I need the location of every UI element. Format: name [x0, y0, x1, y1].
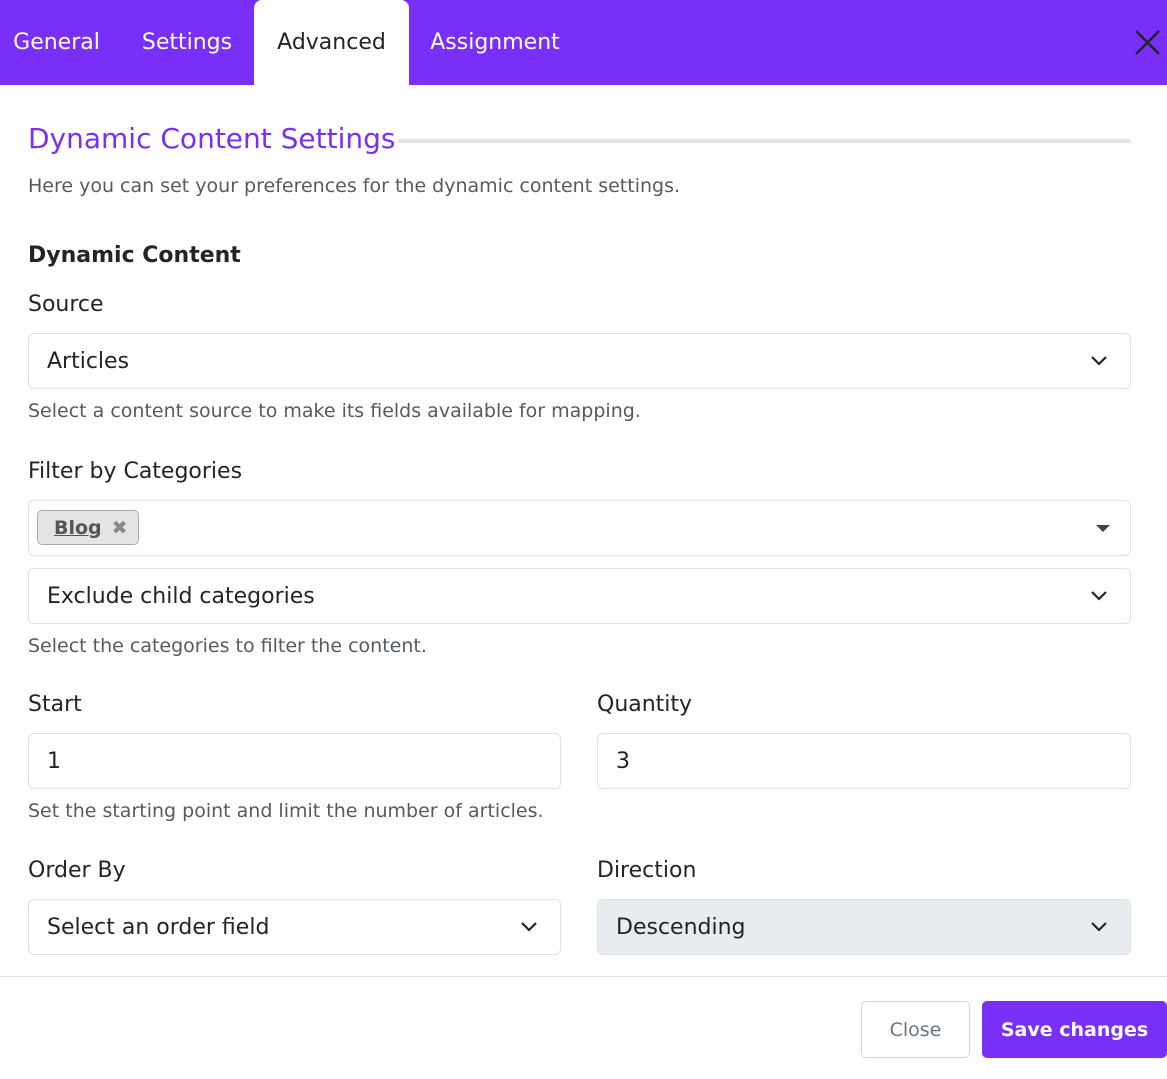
- tab-settings[interactable]: Settings: [128, 0, 246, 85]
- close-icon[interactable]: [1127, 22, 1167, 62]
- quantity-input[interactable]: 3: [597, 733, 1131, 789]
- section-title: Dynamic Content Settings: [28, 122, 396, 155]
- tab-general[interactable]: General: [0, 0, 113, 85]
- remove-tag-icon[interactable]: ✖: [112, 517, 128, 539]
- caret-down-icon: [1096, 525, 1110, 532]
- order-by-select[interactable]: Select an order field: [28, 899, 561, 955]
- close-button[interactable]: Close: [861, 1001, 970, 1058]
- start-input-value: 1: [47, 748, 61, 774]
- title-divider: [398, 139, 1131, 143]
- order-by-value: Select an order field: [47, 914, 270, 940]
- chevron-down-icon: [1091, 591, 1107, 601]
- child-categories-select[interactable]: Exclude child categories: [28, 568, 1131, 624]
- order-by-label: Order By: [28, 858, 126, 883]
- source-help: Select a content source to make its fiel…: [28, 400, 641, 422]
- source-select-value: Articles: [47, 348, 130, 374]
- start-input[interactable]: 1: [28, 733, 561, 789]
- save-changes-button[interactable]: Save changes: [982, 1001, 1167, 1058]
- tab-advanced[interactable]: Advanced: [254, 0, 409, 85]
- category-tag-label: Blog: [54, 516, 102, 539]
- quantity-label: Quantity: [597, 692, 693, 717]
- source-select[interactable]: Articles: [28, 333, 1131, 389]
- category-tag: Blog ✖: [37, 510, 139, 545]
- chevron-down-icon: [1091, 922, 1107, 932]
- range-help: Set the starting point and limit the num…: [28, 800, 544, 822]
- child-categories-value: Exclude child categories: [47, 583, 315, 609]
- direction-label: Direction: [597, 858, 697, 883]
- categories-multiselect[interactable]: Blog ✖: [28, 500, 1131, 556]
- dynamic-content-heading: Dynamic Content: [28, 243, 241, 268]
- direction-select: Descending: [597, 899, 1131, 955]
- filter-help: Select the categories to filter the cont…: [28, 635, 427, 657]
- footer-divider: [0, 976, 1167, 977]
- tab-assignment[interactable]: Assignment: [420, 0, 570, 85]
- section-description: Here you can set your preferences for th…: [28, 175, 681, 197]
- direction-value: Descending: [616, 914, 746, 940]
- filter-categories-label: Filter by Categories: [28, 459, 243, 484]
- chevron-down-icon: [1091, 356, 1107, 366]
- modal-tab-bar: General Settings Advanced Assignment: [0, 0, 1167, 85]
- chevron-down-icon: [521, 922, 537, 932]
- source-label: Source: [28, 292, 104, 317]
- quantity-input-value: 3: [616, 748, 630, 774]
- start-label: Start: [28, 692, 82, 717]
